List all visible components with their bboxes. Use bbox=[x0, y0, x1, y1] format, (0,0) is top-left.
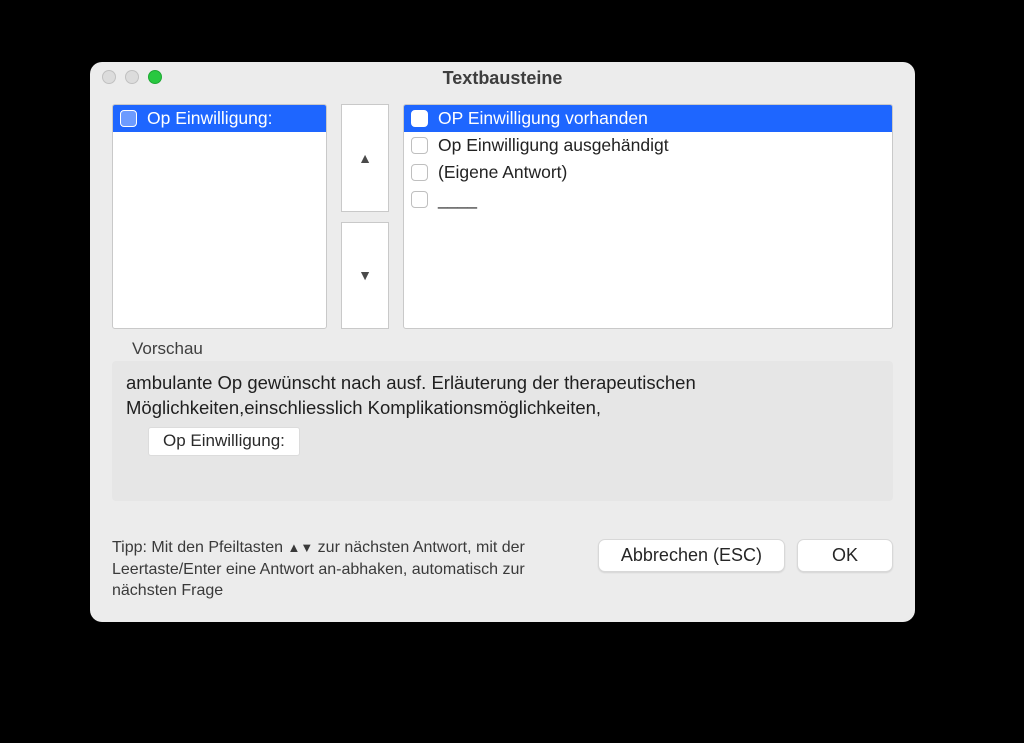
checkbox-icon[interactable] bbox=[411, 110, 428, 127]
cancel-button[interactable]: Abbrechen (ESC) bbox=[598, 539, 785, 572]
list-item-label: Op Einwilligung ausgehändigt bbox=[438, 135, 669, 156]
preview-label: Vorschau bbox=[132, 339, 893, 359]
answer-list[interactable]: OP Einwilligung vorhanden Op Einwilligun… bbox=[403, 104, 893, 329]
list-item[interactable]: OP Einwilligung vorhanden bbox=[404, 105, 892, 132]
list-item[interactable]: Op Einwilligung ausgehändigt bbox=[404, 132, 892, 159]
move-down-button[interactable]: ▼ bbox=[341, 222, 389, 330]
window-controls bbox=[102, 70, 162, 84]
checkbox-icon[interactable] bbox=[411, 191, 428, 208]
preview-text: ambulante Op gewünscht nach ausf. Erläut… bbox=[126, 372, 696, 418]
list-item-label: Op Einwilligung: bbox=[147, 108, 272, 129]
button-row: Abbrechen (ESC) OK bbox=[598, 537, 893, 572]
list-item-label: ____ bbox=[438, 189, 477, 210]
minimize-icon[interactable] bbox=[125, 70, 139, 84]
question-list[interactable]: Op Einwilligung: bbox=[112, 104, 327, 329]
preview-panel: ambulante Op gewünscht nach ausf. Erläut… bbox=[112, 361, 893, 501]
dialog-window: Textbausteine Op Einwilligung: ▲ ▼ bbox=[90, 62, 915, 622]
zoom-icon[interactable] bbox=[148, 70, 162, 84]
preview-chip: Op Einwilligung: bbox=[148, 427, 300, 456]
list-item[interactable]: Op Einwilligung: bbox=[113, 105, 326, 132]
list-item-label: (Eigene Antwort) bbox=[438, 162, 567, 183]
arrow-down-icon: ▼ bbox=[358, 267, 372, 283]
content-area: Op Einwilligung: ▲ ▼ OP Einwilligung vor… bbox=[112, 104, 893, 602]
window-title: Textbausteine bbox=[443, 68, 563, 88]
list-item[interactable]: ____ bbox=[404, 186, 892, 213]
tip-text: Tipp: Mit den Pfeiltasten ▲▼ zur nächste… bbox=[112, 537, 578, 602]
list-item[interactable]: (Eigene Antwort) bbox=[404, 159, 892, 186]
checkbox-icon[interactable] bbox=[411, 137, 428, 154]
tip-pre: Tipp: Mit den Pfeiltasten bbox=[112, 539, 288, 556]
dialog-footer: Tipp: Mit den Pfeiltasten ▲▼ zur nächste… bbox=[112, 537, 893, 602]
reorder-arrows: ▲ ▼ bbox=[341, 104, 389, 329]
arrows-icon: ▲▼ bbox=[288, 540, 314, 555]
checkbox-icon[interactable] bbox=[411, 164, 428, 181]
list-item-label: OP Einwilligung vorhanden bbox=[438, 108, 648, 129]
move-up-button[interactable]: ▲ bbox=[341, 104, 389, 212]
titlebar: Textbausteine bbox=[90, 62, 915, 94]
close-icon[interactable] bbox=[102, 70, 116, 84]
ok-button[interactable]: OK bbox=[797, 539, 893, 572]
checkbox-icon[interactable] bbox=[120, 110, 137, 127]
arrow-up-icon: ▲ bbox=[358, 150, 372, 166]
lists-row: Op Einwilligung: ▲ ▼ OP Einwilligung vor… bbox=[112, 104, 893, 329]
